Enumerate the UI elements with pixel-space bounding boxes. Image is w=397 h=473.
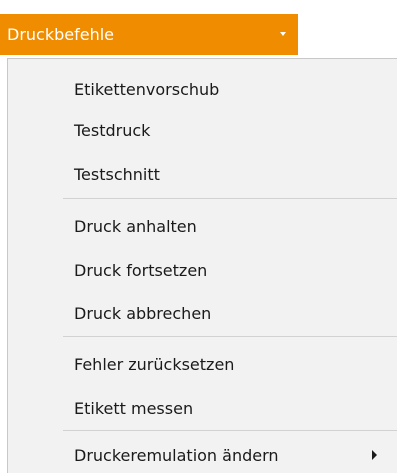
menu-separator	[63, 430, 397, 431]
menu-separator	[63, 336, 397, 337]
druckbefehle-menu: Druckbefehle Etikettenvorschub Testdruck…	[0, 0, 397, 473]
menu-item-testdruck[interactable]: Testdruck	[8, 111, 397, 149]
menu-item-testschnitt[interactable]: Testschnitt	[8, 155, 397, 193]
menu-item-druck-fortsetzen[interactable]: Druck fortsetzen	[8, 251, 397, 289]
menu-item-label: Etikett messen	[74, 398, 194, 418]
menu-item-druck-anhalten[interactable]: Druck anhalten	[8, 207, 397, 245]
menu-item-druck-abbrechen[interactable]: Druck abbrechen	[8, 294, 397, 332]
menu-item-label: Druck fortsetzen	[74, 260, 208, 280]
druckbefehle-label: Druckbefehle	[7, 25, 115, 44]
chevron-right-icon	[372, 450, 377, 460]
menu-item-label: Testdruck	[74, 120, 151, 140]
menu-item-druckeremulation-aendern[interactable]: Druckeremulation ändern	[8, 436, 397, 473]
menu-item-etikett-messen[interactable]: Etikett messen	[8, 389, 397, 427]
menu-separator	[63, 198, 397, 199]
menu-item-label: Druckeremulation ändern	[74, 445, 279, 465]
menu-item-label: Etikettenvorschub	[74, 79, 220, 99]
menu-item-label: Druck anhalten	[74, 216, 197, 236]
menu-item-label: Fehler zurücksetzen	[74, 354, 235, 374]
menu-item-etikettenvorschub[interactable]: Etikettenvorschub	[8, 70, 397, 108]
druckbefehle-dropdown-button[interactable]: Druckbefehle	[0, 14, 298, 55]
menu-item-label: Druck abbrechen	[74, 303, 212, 323]
druckbefehle-dropdown-menu: Etikettenvorschub Testdruck Testschnitt …	[7, 58, 397, 473]
chevron-down-icon	[280, 32, 286, 36]
menu-item-label: Testschnitt	[74, 164, 160, 184]
menu-item-fehler-zuruecksetzen[interactable]: Fehler zurücksetzen	[8, 345, 397, 383]
